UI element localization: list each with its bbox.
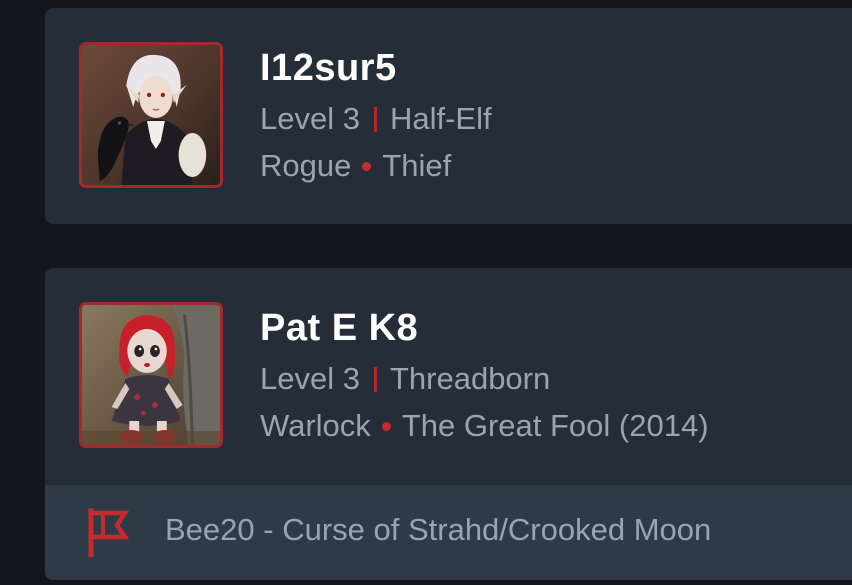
separator-dot [381, 422, 391, 431]
doll-portrait-image [82, 305, 220, 445]
flag-icon [88, 508, 130, 557]
character-subclass: Thief [382, 148, 452, 183]
campaign-name: Bee20 - Curse of Strahd/Crooked Moon [165, 512, 712, 547]
campaign-link[interactable]: Bee20 - Curse of Strahd/Crooked Moon [45, 485, 852, 580]
elf-portrait-image [82, 45, 220, 185]
character-info: Pat E K8 Level 3 Threadborn Warlock The Gr… [260, 306, 709, 444]
character-class: Warlock [260, 408, 371, 443]
character-class: Rogue [260, 148, 352, 183]
character-subclass: The Great Fool (2014) [401, 408, 709, 443]
character-race: Threadborn [389, 361, 551, 396]
character-race: Half-Elf [389, 101, 492, 136]
character-card-body: Pat E K8 Level 3 Threadborn Warlock The Gr… [45, 268, 852, 484]
level-race-line: Level 3 Threadborn [260, 361, 709, 397]
class-line: Rogue Thief [260, 148, 492, 184]
separator-bar [373, 367, 377, 392]
character-card-i12sur5[interactable]: I12sur5 Level 3 Half-Elf Rogue Thief [45, 8, 852, 224]
character-name: I12sur5 [260, 47, 397, 89]
class-line: Warlock The Great Fool (2014) [260, 408, 709, 444]
character-info: I12sur5 Level 3 Half-Elf Rogue Thief [260, 46, 492, 184]
character-level: Level 3 [260, 101, 360, 136]
separator-dot [362, 162, 372, 171]
character-level: Level 3 [260, 361, 360, 396]
character-card-pat-e-k8[interactable]: Pat E K8 Level 3 Threadborn Warlock The Gr… [45, 268, 852, 580]
character-avatar [79, 302, 223, 448]
character-avatar [79, 42, 223, 188]
character-name: Pat E K8 [260, 307, 419, 349]
level-race-line: Level 3 Half-Elf [260, 101, 492, 137]
character-list: I12sur5 Level 3 Half-Elf Rogue Thief Pat… [0, 0, 852, 585]
separator-bar [373, 107, 377, 132]
character-card-body: I12sur5 Level 3 Half-Elf Rogue Thief [45, 8, 852, 224]
